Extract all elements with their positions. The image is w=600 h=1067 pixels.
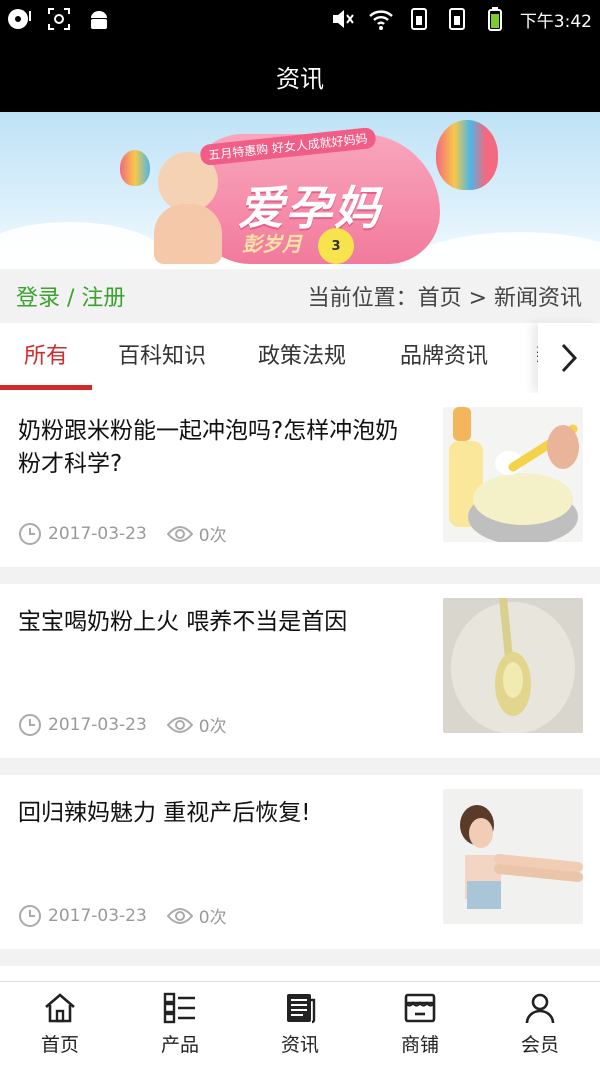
category-tabs: 所有 百科知识 政策法规 品牌资讯 <box>0 323 600 393</box>
article-title[interactable]: 回归辣妈魅力 重视产后恢复! <box>18 797 418 830</box>
status-time: 下午3:42 <box>519 11 592 32</box>
article-meta: 2017-03-23 0次 <box>18 903 227 928</box>
nav-news-label: 资讯 <box>280 1034 319 1056</box>
eye-icon <box>166 525 193 542</box>
banner-badge: 3 <box>318 228 354 264</box>
clock-icon <box>19 713 41 736</box>
eye-icon <box>166 907 193 924</box>
sim1-icon <box>410 8 427 30</box>
balloon-decoration <box>436 120 498 190</box>
page-header: 资讯 <box>0 40 600 112</box>
clock-icon <box>19 904 41 927</box>
battery-icon <box>487 7 502 31</box>
article-title[interactable]: 奶粉跟米粉能一起冲泡吗?怎样冲泡奶粉才科学? <box>18 415 418 481</box>
nav-store-label: 商铺 <box>400 1034 439 1056</box>
eye-icon <box>166 716 193 733</box>
nav-products[interactable]: 产品 <box>120 982 240 1067</box>
article-thumbnail[interactable] <box>443 789 583 924</box>
active-tab-indicator <box>0 385 92 390</box>
tab-encyclopedia[interactable]: 百科知识 <box>112 323 212 393</box>
wifi-icon <box>368 10 393 30</box>
product-grid-icon <box>163 992 195 1024</box>
tab-policy[interactable]: 政策法规 <box>252 323 352 393</box>
nav-member-label: 会员 <box>520 1034 559 1056</box>
article-meta: 2017-03-23 0次 <box>18 521 227 546</box>
promo-banner[interactable]: 五月特惠购 好女人成就好妈妈 爱孕妈 彭岁月 3 <box>0 112 600 269</box>
article-date: 2017-03-23 <box>48 714 147 735</box>
article-views: 0次 <box>198 526 227 546</box>
tabs-scroll-right-button[interactable] <box>538 323 600 393</box>
article-card[interactable]: 回归辣妈魅力 重视产后恢复! 2017-03-23 0次 <box>0 775 600 949</box>
balloon-decoration <box>120 150 150 186</box>
nav-store[interactable]: 商铺 <box>360 982 480 1067</box>
login-register-link[interactable]: 登录 / 注册 <box>16 280 125 312</box>
bottom-nav: 首页 产品 资讯 商铺 会员 <box>0 981 600 1067</box>
store-icon <box>404 993 436 1023</box>
mute-icon <box>332 10 354 28</box>
article-title[interactable]: 宝宝喝奶粉上火 喂养不当是首因 <box>18 606 418 639</box>
sim2-icon <box>448 8 465 30</box>
article-date: 2017-03-23 <box>48 905 147 926</box>
banner-subtitle: 彭岁月 <box>242 232 302 256</box>
news-icon <box>287 994 316 1024</box>
android-icon <box>91 11 107 29</box>
nav-member[interactable]: 会员 <box>480 982 600 1067</box>
home-icon <box>45 993 75 1023</box>
article-date: 2017-03-23 <box>48 523 147 544</box>
media-disc-icon <box>8 9 31 29</box>
baby-image <box>150 152 226 264</box>
article-card[interactable]: 宝宝喝奶粉上火 喂养不当是首因 2017-03-23 0次 <box>0 584 600 758</box>
clock-icon <box>19 522 41 545</box>
screenshot-icon <box>48 8 70 30</box>
article-views: 0次 <box>198 717 227 737</box>
nav-products-label: 产品 <box>160 1034 199 1056</box>
status-bar: 下午3:42 <box>0 0 600 40</box>
tab-brand-news[interactable]: 品牌资讯 <box>394 323 494 393</box>
article-thumbnail[interactable] <box>443 598 583 733</box>
tab-all[interactable]: 所有 <box>0 323 92 393</box>
article-thumbnail[interactable] <box>443 407 583 542</box>
chevron-right-icon <box>561 343 578 373</box>
nav-news[interactable]: 资讯 <box>240 982 360 1067</box>
page-title: 资讯 <box>276 64 324 93</box>
article-views: 0次 <box>198 908 227 928</box>
nav-home[interactable]: 首页 <box>0 982 120 1067</box>
article-card[interactable]: 奶粉跟米粉能一起冲泡吗?怎样冲泡奶粉才科学? 2017-03-23 0次 <box>0 393 600 567</box>
article-meta: 2017-03-23 0次 <box>18 712 227 737</box>
breadcrumb: 当前位置：首页 > 新闻资讯 <box>307 286 582 311</box>
location-bar: 登录 / 注册 当前位置：首页 > 新闻资讯 <box>0 269 600 323</box>
nav-home-label: 首页 <box>40 1034 79 1056</box>
member-icon <box>525 993 555 1024</box>
